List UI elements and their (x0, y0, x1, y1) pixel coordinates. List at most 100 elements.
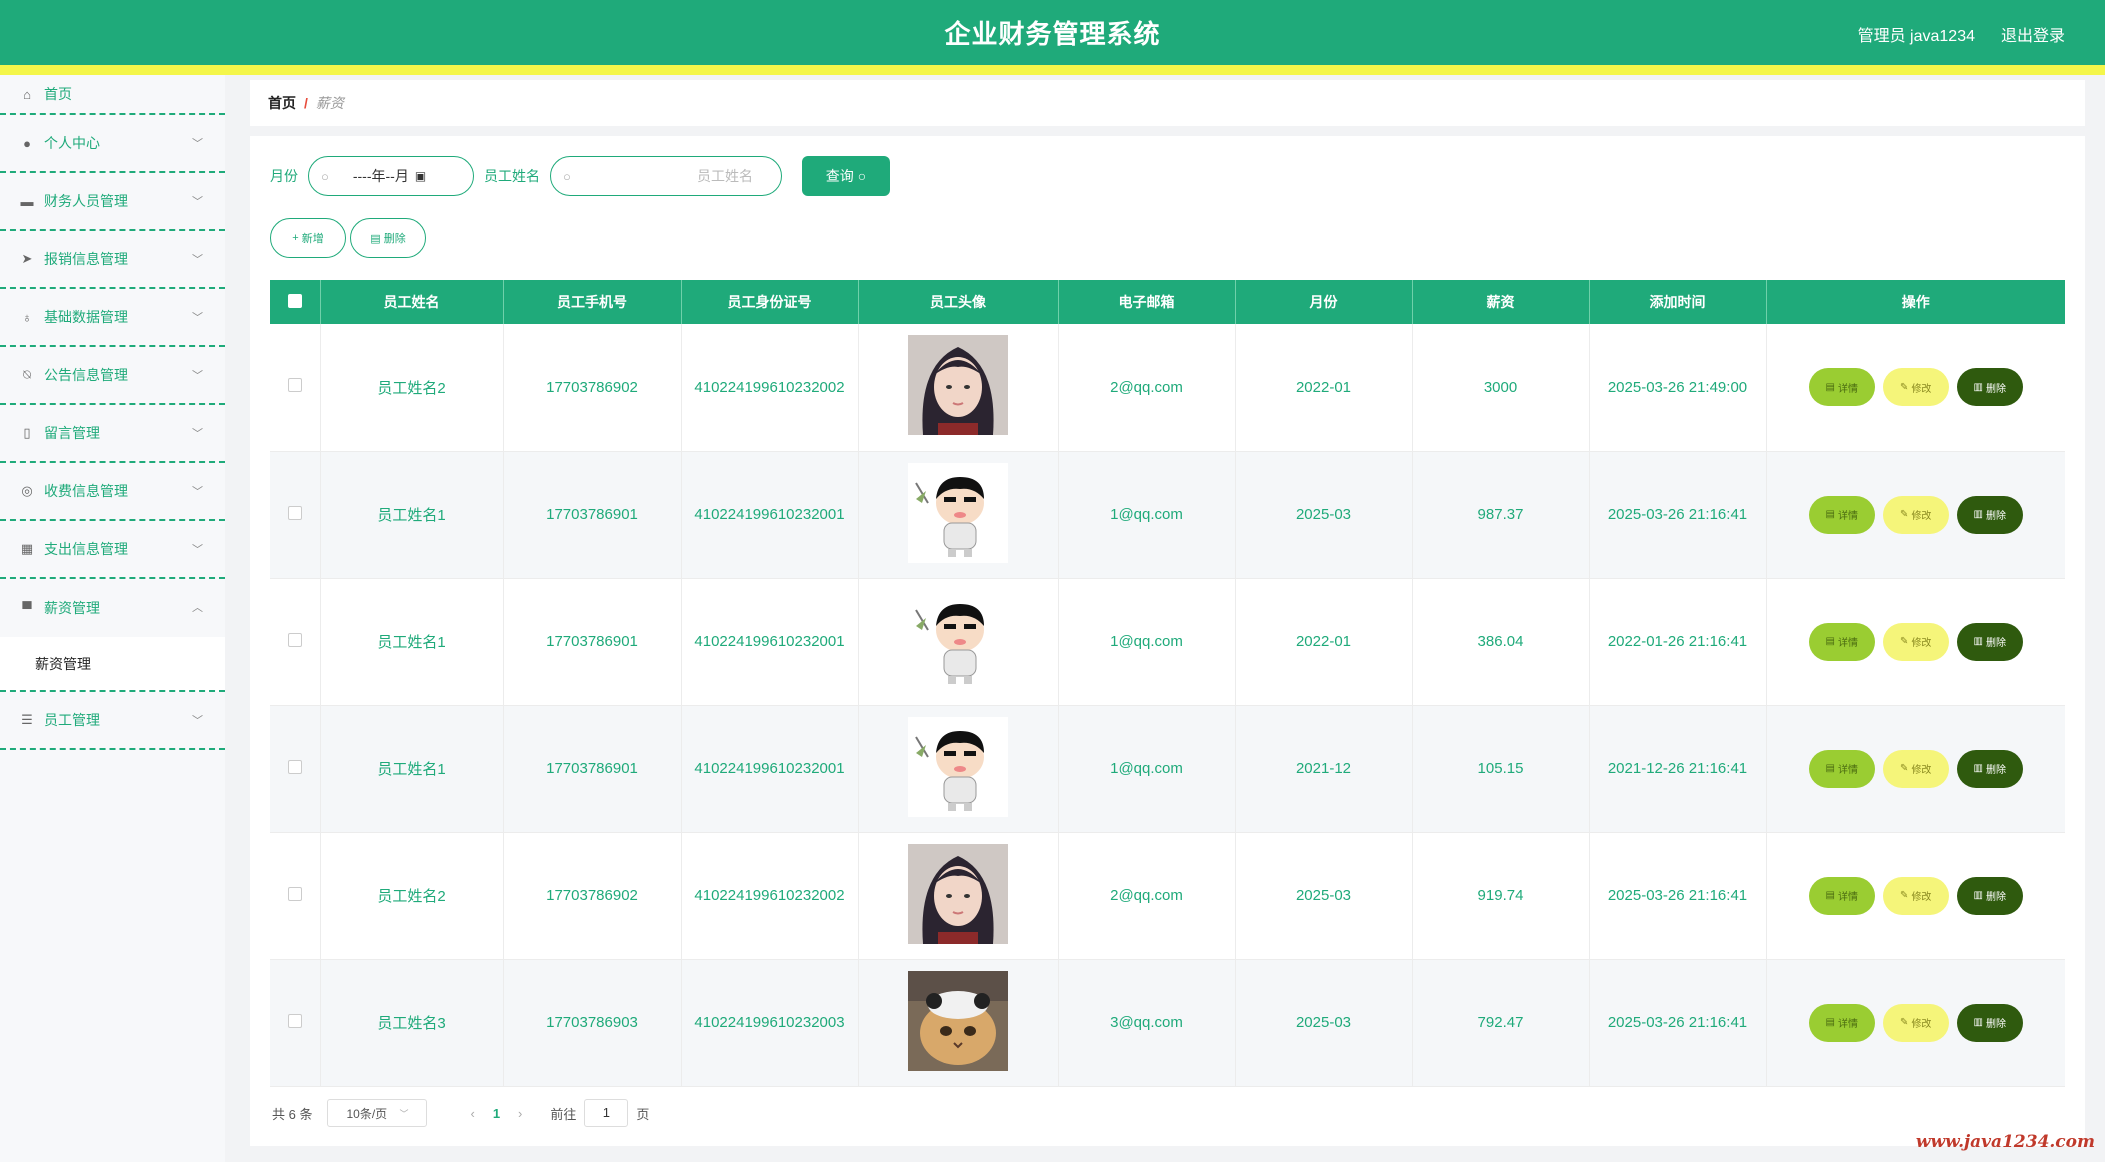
search-icon: ○ (321, 168, 329, 184)
sidebar-item-expense[interactable]: ▦ 支出信息管理 ﹀ (0, 521, 225, 579)
edit-button[interactable]: ✎ 修改 (1882, 495, 1949, 534)
delete-button[interactable]: ▥ 删除 (1956, 1003, 2023, 1042)
sidebar-item-finance-staff[interactable]: ▬ 财务人员管理 ﹀ (0, 173, 225, 231)
operations-cell: ▤ 详情 ✎ 修改 ▥ 删除 (1766, 578, 2065, 706)
header-stripe (0, 65, 2105, 75)
delete-button[interactable]: ▥ 删除 (1956, 876, 2023, 915)
chevron-down-icon: ﹀ (192, 196, 203, 208)
breadcrumb-current: 薪资 (315, 95, 344, 111)
sidebar-item-personal-center[interactable]: ● 个人中心 ﹀ (0, 115, 225, 173)
sidebar-item-reimbursement[interactable]: ➤ 报销信息管理 ﹀ (0, 231, 225, 289)
document-icon: ▤ (1825, 381, 1835, 393)
detail-button[interactable]: ▤ 详情 (1808, 622, 1875, 661)
row-checkbox[interactable] (287, 505, 302, 520)
column-header: 员工身份证号 (681, 280, 859, 324)
detail-button[interactable]: ▤ 详情 (1808, 749, 1875, 788)
employee-name-cell: 员工姓名2 (320, 324, 504, 452)
row-select-cell (270, 959, 321, 1087)
sidebar-item-messages[interactable]: ▯ 留言管理 ﹀ (0, 405, 225, 463)
sidebar-item-income[interactable]: ◎ 收费信息管理 ﹀ (0, 463, 225, 521)
trash-icon: ▥ (1973, 763, 1983, 774)
operations-cell: ▤ 详情 ✎ 修改 ▥ 删除 (1766, 451, 2065, 579)
email-cell: 1@qq.com (1058, 451, 1236, 579)
sidebar-item-base-data[interactable]: ♁ 基础数据管理 ﹀ (0, 289, 225, 347)
row-checkbox[interactable] (287, 759, 302, 774)
idcard-cell: 410224199610232001 (681, 451, 859, 579)
delete-button[interactable]: ▥ 删除 (1956, 749, 2023, 788)
prev-page-icon[interactable]: ‹ (470, 1106, 474, 1121)
goto-page-input[interactable]: 1 (584, 1099, 629, 1127)
sidebar-item-label: 薪资管理 (44, 600, 100, 616)
sidebar-item-employee[interactable]: ☰ 员工管理 ﹀ (0, 692, 225, 750)
added-time-cell: 2025-03-26 21:16:41 (1589, 451, 1767, 579)
detail-button[interactable]: ▤ 详情 (1808, 1003, 1875, 1042)
add-button[interactable]: + 新增 (270, 218, 346, 258)
sidebar-item-label: 报销信息管理 (44, 251, 128, 267)
action-buttons: + 新增 ▤ 删除 (270, 218, 430, 258)
pencil-icon: ✎ (1900, 381, 1909, 393)
edit-button[interactable]: ✎ 修改 (1882, 749, 1949, 788)
sidebar-item-label: 首页 (44, 86, 72, 102)
edit-button[interactable]: ✎ 修改 (1882, 1003, 1949, 1042)
page-number[interactable]: 1 (493, 1106, 500, 1121)
breadcrumb-separator: / (304, 95, 308, 111)
page-size-select[interactable]: 10条/页 ﹀ (327, 1099, 428, 1127)
sidebar-subitem-salary[interactable]: 薪资管理 (0, 637, 225, 692)
calendar-icon[interactable]: ▣ (415, 169, 426, 183)
detail-button-label: 详情 (1837, 892, 1858, 903)
phone-cell: 17703786903 (503, 959, 682, 1087)
pencil-icon: ✎ (1900, 509, 1909, 520)
delete-button[interactable]: ▥ 删除 (1956, 368, 2023, 407)
pencil-icon: ✎ (1900, 890, 1909, 901)
chevron-down-icon: ﹀ (399, 1108, 409, 1119)
added-time-cell: 2021-12-26 21:16:41 (1589, 705, 1767, 833)
document-icon: ▤ (1825, 763, 1835, 774)
edit-button[interactable]: ✎ 修改 (1882, 876, 1949, 915)
salary-table: 员工姓名 员工手机号 员工身份证号 员工头像 电子邮箱 月份 薪资 添加时间 操… (270, 280, 2065, 1087)
breadcrumb-home[interactable]: 首页 (268, 93, 296, 113)
month-input[interactable]: ○ ----年--月 ▣ (308, 156, 474, 196)
row-checkbox[interactable] (287, 632, 302, 647)
phone-icon: ▯ (23, 425, 31, 440)
edit-button[interactable]: ✎ 修改 (1882, 368, 1949, 407)
select-all-checkbox[interactable] (287, 293, 302, 308)
column-header: 电子邮箱 (1058, 280, 1236, 324)
row-checkbox[interactable] (287, 1013, 302, 1028)
pencil-icon: ✎ (1900, 1017, 1909, 1028)
row-checkbox[interactable] (287, 378, 302, 393)
document-icon: ▤ (1825, 636, 1835, 647)
sidebar-item-label: 个人中心 (44, 135, 100, 151)
detail-button[interactable]: ▤ 详情 (1808, 876, 1875, 915)
printer-icon: ▀ (22, 600, 32, 616)
idcard-cell: 410224199610232003 (681, 959, 859, 1087)
column-header: 操作 (1766, 280, 2065, 324)
idcard-cell: 410224199610232001 (681, 705, 859, 833)
document-icon: ▤ (1825, 890, 1835, 901)
edit-button[interactable]: ✎ 修改 (1882, 622, 1949, 661)
query-button[interactable]: 查询 ○ (802, 156, 890, 196)
row-checkbox[interactable] (287, 886, 302, 901)
app-title: 企业财务管理系统 (944, 19, 1161, 49)
next-page-icon[interactable]: › (518, 1106, 522, 1121)
added-time-cell: 2022-01-26 21:16:41 (1589, 578, 1767, 706)
sidebar-item-notice[interactable]: ⍉ 公告信息管理 ﹀ (0, 347, 225, 405)
delete-button[interactable]: ▥ 删除 (1956, 495, 2023, 534)
compass-icon: ◎ (21, 483, 33, 498)
sidebar-item-salary[interactable]: ▀ 薪资管理 ︿ (0, 579, 225, 637)
sidebar-item-home[interactable]: ⌂ 首页 (0, 75, 225, 115)
trash-icon: ▥ (1973, 636, 1983, 647)
sidebar-item-label: 支出信息管理 (44, 541, 128, 557)
grid-icon: ▦ (20, 541, 34, 556)
detail-button[interactable]: ▤ 详情 (1808, 368, 1875, 407)
column-header: 员工手机号 (503, 280, 682, 324)
row-select-cell (270, 451, 321, 579)
detail-button[interactable]: ▤ 详情 (1808, 495, 1875, 534)
delete-button[interactable]: ▥ 删除 (1956, 622, 2023, 661)
batch-delete-button[interactable]: ▤ 删除 (350, 218, 426, 258)
sidebar-item-label: 公告信息管理 (44, 367, 128, 383)
employee-name-input[interactable]: ○ 员工姓名 (550, 156, 782, 196)
logout-link[interactable]: 退出登录 (2001, 22, 2065, 46)
total-count: 共 6 条 (272, 1106, 313, 1122)
row-select-cell (270, 705, 321, 833)
month-cell: 2022-01 (1235, 578, 1413, 706)
